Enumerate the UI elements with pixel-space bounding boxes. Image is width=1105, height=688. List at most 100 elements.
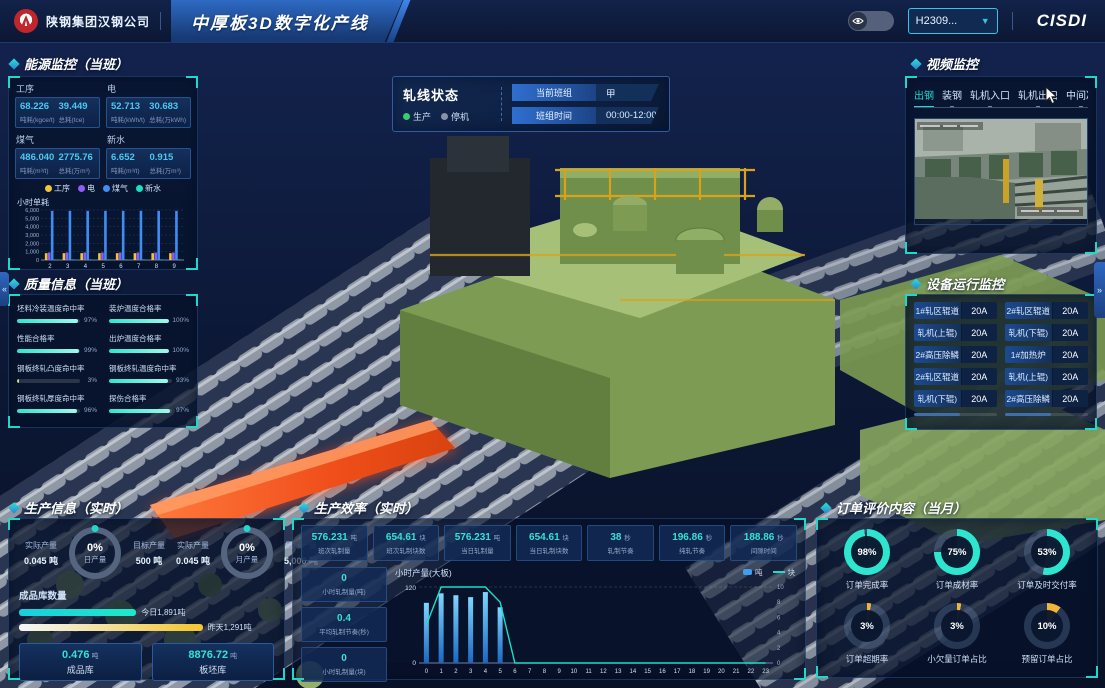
efficiency-stat-card: 196.86 秒 纯轧节奏: [659, 525, 726, 561]
inventory-bar-yesterday: 昨天1,291吨: [19, 622, 274, 633]
device-row[interactable]: 轧机(上辊)20A: [1005, 368, 1088, 385]
heat-number-value: H2309...: [916, 15, 958, 27]
devices-scrollbar-right[interactable]: [1005, 413, 1088, 416]
svg-text:120: 120: [405, 585, 416, 592]
efficiency-side-card: 0小时轧制量(块): [301, 647, 387, 682]
section-title-efficiency: 生产效率（实时）: [300, 498, 418, 517]
svg-text:3: 3: [469, 669, 473, 675]
svg-text:7: 7: [528, 669, 532, 675]
svg-text:22: 22: [748, 669, 755, 675]
svg-text:6: 6: [513, 669, 517, 675]
svg-text:19: 19: [703, 669, 710, 675]
svg-text:3,000: 3,000: [25, 233, 39, 239]
order-gauge: 98% 订单完成率: [825, 529, 909, 591]
quality-item: 装炉温度合格率 100%: [109, 303, 189, 324]
order-gauge: 10% 预留订单占比: [1005, 603, 1089, 665]
hourly-chart-legend: 吨 块: [743, 567, 795, 578]
orders-panel: 98% 订单完成率75% 订单成材率53% 订单及时交付率3% 订单超期率3% …: [816, 518, 1098, 678]
energy-group: 新水 6.6520.915 吨耗(m³/t)总耗(万m³): [106, 132, 191, 179]
svg-text:10: 10: [777, 585, 784, 591]
svg-text:14: 14: [630, 669, 637, 675]
cisdi-logo: CISDI: [1037, 11, 1087, 31]
devices-scrollbar-left[interactable]: [914, 413, 997, 416]
diamond-icon: [910, 58, 921, 69]
diamond-icon: [910, 278, 921, 289]
camera-feed[interactable]: [914, 118, 1088, 225]
svg-text:9: 9: [172, 264, 176, 270]
energy-group: 煤气 486.0402775.76 吨耗(m³/t)总耗(万m³): [15, 132, 100, 179]
section-title-production: 生产信息（实时）: [10, 498, 128, 517]
section-title-energy: 能源监控（当班）: [10, 54, 128, 73]
efficiency-side-card: 0.4平均轧制节奏(秒): [301, 607, 387, 642]
svg-text:0: 0: [36, 258, 39, 264]
section-title-video: 视频监控: [912, 54, 978, 73]
divider: [160, 12, 161, 30]
efficiency-stat-card: 576.231 吨 班次轧制量: [301, 525, 368, 561]
hourly-output-chart: 1200024681001234567891011121314151617181…: [395, 579, 797, 680]
energy-panel: 工序 68.22639.449 吨耗(kgce/t)总耗(tce) 电 52.7…: [8, 76, 198, 270]
efficiency-stat-card: 654.61 块 当日轧制块数: [516, 525, 583, 561]
device-row[interactable]: 2#高压除鳞20A: [1005, 390, 1088, 407]
monthly-ring: 0%月产量: [221, 527, 273, 579]
shutdown-dot: [441, 113, 448, 120]
svg-text:15: 15: [644, 669, 651, 675]
production-dot: [403, 113, 410, 120]
device-row[interactable]: 轧机(下辊)20A: [914, 390, 997, 407]
camera-tab-2[interactable]: 装钢: [942, 87, 962, 102]
collapse-right-tab[interactable]: »: [1094, 262, 1105, 318]
svg-text:8: 8: [543, 669, 547, 675]
current-shift-field: 当前班组甲: [512, 84, 659, 101]
quality-item: 钢板终轧温度命中率 93%: [109, 363, 189, 384]
quality-item: 坯料冷装温度命中率 97%: [17, 303, 97, 324]
device-row[interactable]: 2#轧区辊道20A: [914, 368, 997, 385]
production-panel: 实际产量0.045 吨 0%日产量 目标产量500 吨 实际产量0.045 吨 …: [8, 518, 285, 680]
svg-text:5: 5: [101, 264, 105, 270]
svg-text:1: 1: [439, 669, 443, 675]
efficiency-stat-card: 188.86 秒 间隙时间: [730, 525, 797, 561]
heat-number-dropdown[interactable]: H2309... ▼: [908, 8, 998, 34]
quality-item: 出炉温度合格率 100%: [109, 333, 189, 354]
device-row[interactable]: 1#加热炉20A: [1005, 346, 1088, 363]
quality-item: 探伤合格率 97%: [109, 393, 189, 414]
svg-text:4: 4: [777, 631, 781, 637]
svg-text:2: 2: [48, 264, 52, 270]
device-row[interactable]: 1#轧区辊道20A: [914, 302, 997, 319]
energy-group: 工序 68.22639.449 吨耗(kgce/t)总耗(tce): [15, 81, 100, 128]
svg-text:11: 11: [586, 669, 593, 675]
device-row[interactable]: 2#高压除鳞20A: [914, 346, 997, 363]
svg-text:4: 4: [84, 264, 88, 270]
camera-tab-5[interactable]: 中间冷: [1066, 87, 1088, 102]
svg-text:21: 21: [733, 669, 740, 675]
diamond-icon: [820, 502, 831, 513]
section-title-devices: 设备运行监控: [912, 274, 1004, 293]
order-gauge: 75% 订单成材率: [915, 529, 999, 591]
svg-text:2: 2: [777, 646, 781, 652]
section-title-quality: 质量信息（当班）: [10, 274, 128, 293]
finished-store-card: 0.476吨 成品库: [19, 643, 142, 681]
camera-tab-1[interactable]: 出钢: [914, 87, 934, 102]
energy-hourly-chart: 01,0002,0003,0004,0005,0006,00023456789: [15, 208, 191, 275]
svg-text:2,000: 2,000: [25, 241, 39, 247]
line-status-panel: 轧线状态 生产 停机 当前班组甲 班组时间00:00-12:00: [392, 76, 670, 132]
line-status-legend: 生产 停机: [403, 110, 491, 123]
svg-text:1,000: 1,000: [25, 250, 39, 256]
device-row[interactable]: 轧机(下辊)20A: [1005, 324, 1088, 341]
section-title-orders: 订单评价内容（当月）: [822, 498, 966, 517]
quality-item: 性能合格率 99%: [17, 333, 97, 354]
diamond-icon: [8, 278, 19, 289]
collapse-left-tab[interactable]: «: [0, 272, 9, 306]
camera-tab-3[interactable]: 轧机入口: [970, 87, 1010, 102]
visibility-toggle[interactable]: [848, 11, 894, 31]
svg-text:7: 7: [137, 264, 141, 270]
svg-text:0: 0: [777, 661, 781, 667]
device-row[interactable]: 2#轧区辊道20A: [1005, 302, 1088, 319]
svg-text:6,000: 6,000: [25, 208, 39, 214]
camera-tab-4[interactable]: 轧机出口: [1018, 87, 1058, 102]
divider: [501, 87, 502, 121]
svg-text:8: 8: [155, 264, 159, 270]
diamond-icon: [298, 502, 309, 513]
device-row[interactable]: 轧机(上辊)20A: [914, 324, 997, 341]
order-gauge: 53% 订单及时交付率: [1005, 529, 1089, 591]
quality-item: 钢板终轧凸度命中率 3%: [17, 363, 97, 384]
quality-item: 钢板终轧厚度命中率 96%: [17, 393, 97, 414]
